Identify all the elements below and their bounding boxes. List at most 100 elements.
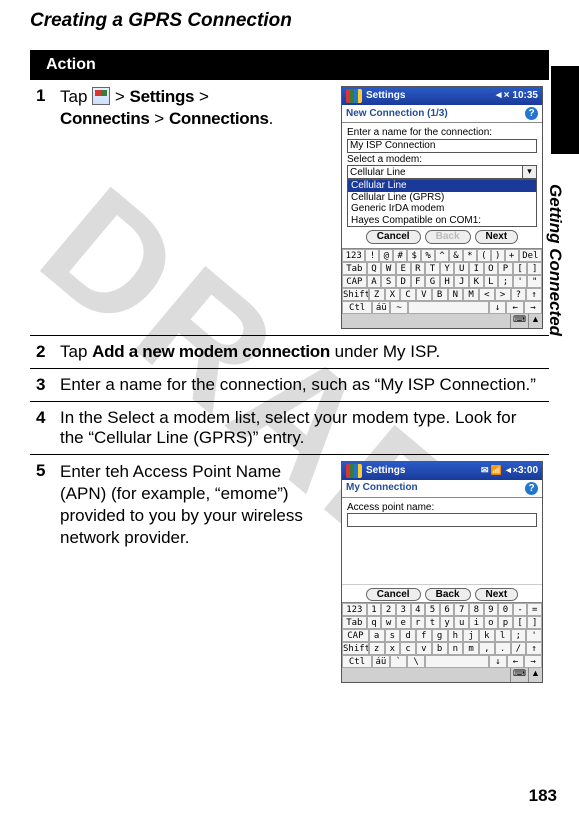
key[interactable]: [ — [513, 616, 528, 629]
key[interactable]: * — [463, 249, 477, 262]
key[interactable]: ( — [477, 249, 491, 262]
soft-keyboard[interactable]: 1231234567890-= Tabqwertyuiop[] CAPasdfg… — [342, 602, 542, 668]
key[interactable]: ) — [491, 249, 505, 262]
key[interactable]: 123 — [342, 249, 365, 262]
key[interactable]: K — [469, 275, 484, 288]
key[interactable]: ^ — [435, 249, 449, 262]
key[interactable]: c — [400, 642, 416, 655]
key[interactable]: 6 — [440, 603, 455, 616]
key[interactable]: e — [396, 616, 411, 629]
key[interactable]: + — [505, 249, 519, 262]
key[interactable]: u — [454, 616, 469, 629]
key[interactable]: k — [479, 629, 495, 642]
dropdown-icon[interactable]: ▾ — [523, 165, 537, 179]
key[interactable]: áü — [372, 655, 390, 668]
key[interactable]: R — [411, 262, 426, 275]
key[interactable]: 2 — [381, 603, 396, 616]
key[interactable]: M — [463, 288, 479, 301]
key[interactable]: o — [484, 616, 499, 629]
key[interactable]: ' — [526, 629, 542, 642]
key[interactable]: s — [385, 629, 401, 642]
key[interactable]: h — [448, 629, 464, 642]
key[interactable]: A — [367, 275, 382, 288]
key[interactable]: $ — [407, 249, 421, 262]
key[interactable]: W — [381, 262, 396, 275]
next-button[interactable]: Next — [475, 588, 519, 602]
key[interactable]: U — [454, 262, 469, 275]
key[interactable]: 0 — [498, 603, 513, 616]
key-space[interactable] — [408, 301, 489, 314]
key[interactable]: 5 — [425, 603, 440, 616]
back-button[interactable]: Back — [425, 230, 471, 244]
modem-listbox[interactable]: Cellular Line Cellular Line (GPRS) Gener… — [347, 179, 537, 227]
key[interactable]: < — [479, 288, 495, 301]
next-button[interactable]: Next — [475, 230, 519, 244]
key[interactable]: . — [495, 642, 511, 655]
key[interactable]: L — [484, 275, 499, 288]
key[interactable]: ← — [506, 301, 524, 314]
key[interactable]: H — [440, 275, 455, 288]
key[interactable]: b — [432, 642, 448, 655]
key[interactable]: O — [484, 262, 499, 275]
key[interactable]: x — [385, 642, 401, 655]
modem-combo[interactable] — [347, 165, 523, 179]
key[interactable]: 1 — [367, 603, 382, 616]
key[interactable]: T — [425, 262, 440, 275]
key[interactable]: y — [440, 616, 455, 629]
key[interactable]: 3 — [396, 603, 411, 616]
key[interactable]: @ — [379, 249, 393, 262]
key[interactable]: # — [393, 249, 407, 262]
key[interactable]: S — [381, 275, 396, 288]
key[interactable]: Del — [519, 249, 542, 262]
key[interactable]: ` — [390, 655, 408, 668]
key[interactable]: a — [369, 629, 385, 642]
key[interactable]: [ — [513, 262, 528, 275]
key[interactable]: v — [416, 642, 432, 655]
key[interactable]: → — [524, 301, 542, 314]
help-icon[interactable]: ? — [525, 482, 538, 495]
key[interactable]: Tab — [342, 616, 367, 629]
key[interactable]: ' — [513, 275, 528, 288]
key[interactable]: Z — [369, 288, 385, 301]
up-arrow-icon[interactable]: ▲ — [528, 668, 542, 682]
key[interactable]: ? — [511, 288, 527, 301]
list-item[interactable]: Cellular Line — [348, 180, 536, 192]
up-arrow-icon[interactable]: ▲ — [528, 314, 542, 328]
key[interactable]: ] — [527, 262, 542, 275]
key[interactable]: → — [524, 655, 542, 668]
key[interactable]: Ctl — [342, 301, 372, 314]
sip-icon[interactable]: ⌨ — [510, 668, 528, 682]
key[interactable]: ↑ — [526, 642, 542, 655]
cancel-button[interactable]: Cancel — [366, 588, 421, 602]
key-space[interactable] — [425, 655, 489, 668]
input-apn[interactable] — [347, 513, 537, 527]
key[interactable]: j — [463, 629, 479, 642]
soft-keyboard[interactable]: 123!@#$%^&*()+Del TabQWERTYUIOP[] CAPASD… — [342, 248, 542, 314]
input-connection-name[interactable] — [347, 139, 537, 153]
list-item[interactable]: Hayes Compatible on COM1: — [348, 215, 536, 227]
key[interactable]: áü — [372, 301, 390, 314]
key[interactable]: d — [400, 629, 416, 642]
key[interactable]: B — [432, 288, 448, 301]
key[interactable]: V — [416, 288, 432, 301]
help-icon[interactable]: ? — [525, 107, 538, 120]
key[interactable]: \ — [407, 655, 425, 668]
key[interactable]: > — [495, 288, 511, 301]
key[interactable]: n — [448, 642, 464, 655]
key[interactable]: ] — [527, 616, 542, 629]
key[interactable]: i — [469, 616, 484, 629]
key[interactable]: 8 — [469, 603, 484, 616]
key[interactable]: " — [527, 275, 542, 288]
key[interactable]: r — [411, 616, 426, 629]
key[interactable]: Y — [440, 262, 455, 275]
key[interactable]: t — [425, 616, 440, 629]
key[interactable]: p — [498, 616, 513, 629]
key[interactable]: , — [479, 642, 495, 655]
key[interactable]: Shift — [342, 642, 369, 655]
sip-icon[interactable]: ⌨ — [510, 314, 528, 328]
key[interactable]: - — [513, 603, 528, 616]
key[interactable]: ← — [507, 655, 525, 668]
key[interactable]: Tab — [342, 262, 367, 275]
key[interactable]: Ctl — [342, 655, 372, 668]
key[interactable]: l — [495, 629, 511, 642]
